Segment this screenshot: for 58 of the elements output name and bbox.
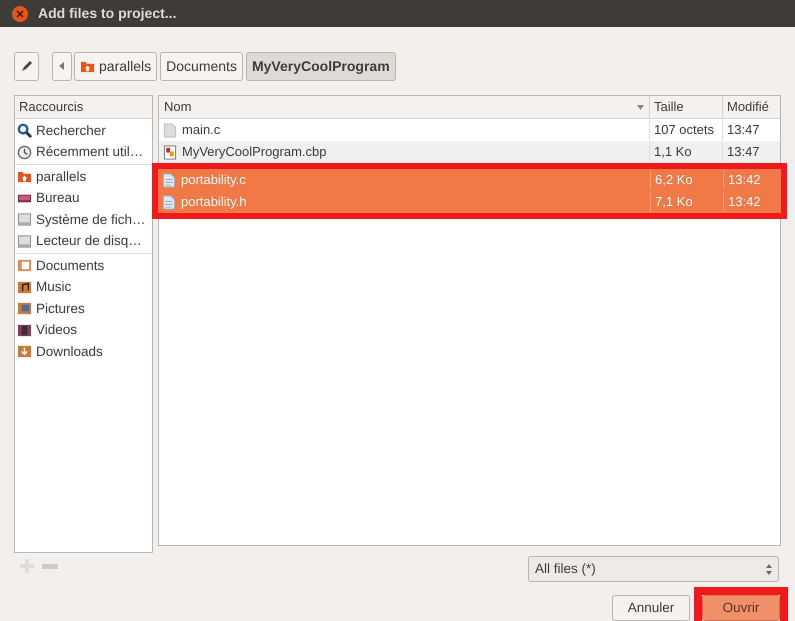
file-name: portability.h	[181, 193, 247, 212]
path-button[interactable]: Documents	[160, 52, 243, 80]
search-icon	[17, 123, 32, 138]
path-button[interactable]: parallels	[74, 52, 158, 80]
close-button[interactable]	[12, 6, 28, 22]
sidebar-item[interactable]: Downloads	[15, 341, 152, 362]
sidebar-item[interactable]: Pictures	[15, 298, 152, 320]
file-modified: 13:42	[723, 170, 781, 190]
folder-icon	[17, 258, 32, 274]
sidebar-item[interactable]: Documents	[15, 255, 152, 276]
drive-icon	[17, 234, 32, 249]
sidebar-item[interactable]: Videos	[15, 320, 152, 341]
videos-folder-icon	[17, 322, 32, 338]
project-file-icon	[163, 144, 177, 160]
file-modified: 13:47	[722, 142, 780, 162]
file-size: 7,1 Ko	[650, 192, 723, 212]
file-icon	[163, 122, 177, 138]
sidebar-item[interactable]: Lecteur de disq…	[15, 230, 152, 252]
clock-icon	[17, 144, 32, 160]
sidebar-item[interactable]: parallels	[15, 166, 152, 188]
dialog-button[interactable]: Ouvrir	[702, 595, 780, 621]
minus-icon	[42, 564, 58, 568]
column-header[interactable]: Taille	[649, 96, 722, 118]
left-arrow-icon	[59, 62, 65, 70]
path-button[interactable]: MyVeryCoolProgram	[246, 52, 396, 80]
back-button[interactable]	[52, 52, 72, 80]
file-size: 1,1 Ko	[649, 142, 722, 162]
file-size: 107 octets	[649, 120, 722, 140]
downloads-folder-icon	[17, 344, 32, 360]
file-name: MyVeryCoolProgram.cbp	[182, 143, 326, 162]
window-title: Add files to project...	[38, 4, 176, 23]
folder-icon	[17, 169, 32, 184]
sidebar-item[interactable]: Récemment util…	[15, 142, 152, 163]
column-header[interactable]: Modifié	[722, 96, 780, 118]
updown-arrow-icon	[766, 564, 772, 574]
sort-arrow-icon	[637, 104, 644, 110]
sidebar-item[interactable]: Système de fich…	[15, 209, 152, 230]
sidebar-item[interactable]: Music	[15, 276, 152, 298]
file-name: main.c	[182, 121, 220, 140]
drive-icon	[17, 212, 32, 228]
file-icon	[162, 194, 176, 210]
file-icon	[162, 172, 176, 188]
file-modified: 13:42	[723, 192, 781, 212]
dialog-button[interactable]: Annuler	[612, 595, 690, 621]
sidebar-heading: Raccourcis	[15, 96, 152, 119]
pencil-icon	[20, 59, 34, 73]
file-type-dropdown[interactable]: All files (*)	[528, 556, 779, 582]
column-header[interactable]: Nom	[159, 96, 649, 118]
file-modified: 13:47	[722, 120, 780, 140]
file-row[interactable]: MyVeryCoolProgram.cbp 1,1 Ko 13:47	[159, 141, 780, 163]
pictures-folder-icon	[17, 301, 32, 316]
edit-path-button[interactable]	[14, 52, 39, 80]
file-size: 6,2 Ko	[650, 170, 723, 190]
file-name: portability.c	[181, 171, 246, 190]
sidebar-item[interactable]: Bureau	[15, 188, 152, 209]
close-icon	[16, 10, 24, 18]
music-folder-icon	[17, 280, 32, 295]
sidebar-item[interactable]: Rechercher	[15, 120, 152, 142]
